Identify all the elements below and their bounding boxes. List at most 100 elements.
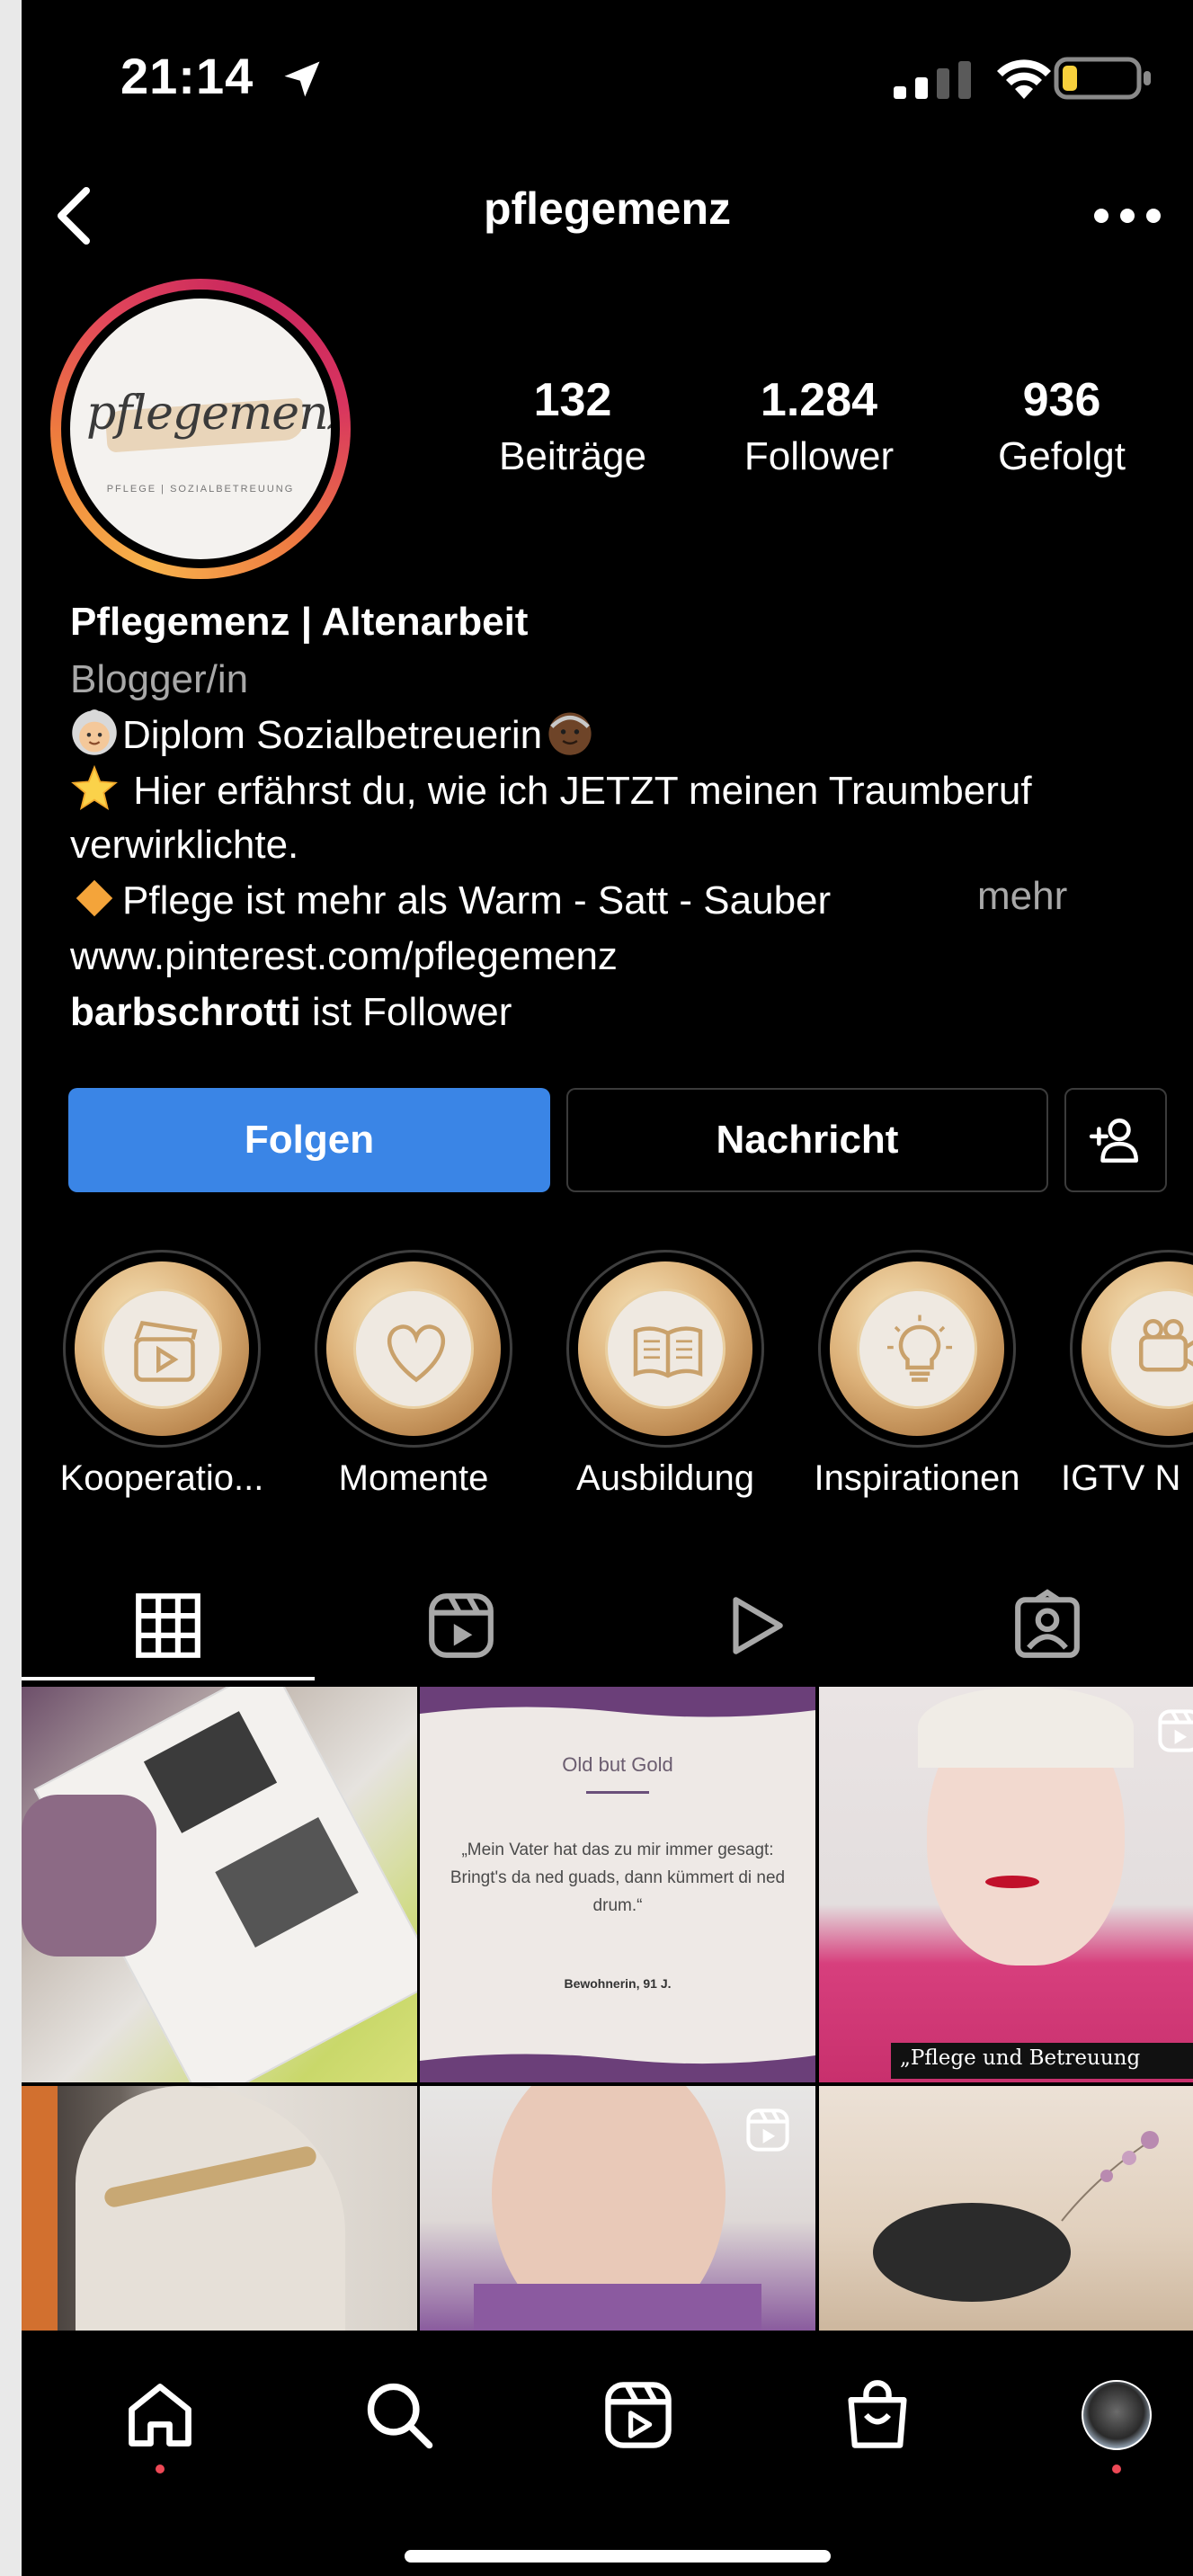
tab-igtv[interactable] [608,1572,900,1680]
highlight-label: Ausbildung [576,1458,754,1498]
highlight-cover-center [1108,1288,1193,1409]
quote-author: Bewohnerin, 91 J. [564,1976,672,1991]
tab-tagged[interactable] [901,1572,1193,1680]
profile-avatar[interactable]: pflegemenz PFLEGE | SOZIALBETREUUNG [50,279,351,579]
stat-posts[interactable]: 132 Beiträge [465,369,681,482]
post-thumbnail[interactable] [22,1687,417,2082]
lightbulb-icon [887,1315,952,1382]
nav-search[interactable] [354,2370,444,2460]
bio-line-4-text: Pflege ist mehr als Warm - Satt - Sauber [122,878,832,923]
highlight-label: IGTV N [1061,1458,1181,1498]
highlight-cover-center [102,1288,222,1409]
logo-text: pflegemenz [86,387,331,441]
nav-profile[interactable] [1072,2370,1162,2460]
stat-following-label: Gefolgt [998,434,1126,478]
knitted-sleeve [76,2086,345,2331]
stat-followers-label: Follower [743,434,895,478]
stat-following-value: 936 [1022,374,1101,426]
profile-username: pflegemenz [483,183,732,234]
scrubs [474,2284,761,2331]
bio-website-link[interactable]: www.pinterest.com/pflegemenz [70,930,618,984]
nav-reels[interactable] [593,2370,683,2460]
post-thumbnail[interactable] [420,2086,815,2331]
profile-display-name: Pflegemenz | Altenarbeit [70,600,529,644]
highlight-label: Momente [338,1458,489,1498]
bio-line-1: Diplom Sozialbetreuerin [70,709,598,762]
stat-posts-value: 132 [533,374,612,426]
home-notification-dot [156,2465,165,2473]
search-icon [367,2383,433,2449]
status-time: 21:14 [120,48,254,104]
bio-line-1-text: Diplom Sozialbetreuerin [122,713,543,757]
avatar [1082,2380,1152,2450]
quote-text: „Mein Vater hat das zu mir immer gesagt:… [450,1841,786,1915]
avatar-gap: pflegemenz PFLEGE | SOZIALBETREUUNG [61,290,340,568]
highlight-cover-center [605,1288,726,1409]
reel-caption: „Pflege und Betreuung [891,2043,1193,2079]
reels-icon [605,2382,672,2448]
wave-top [420,1687,815,1717]
logo-subtext: PFLEGE | SOZIALBETREUUNG [106,484,295,495]
lips [985,1876,1039,1888]
post-thumbnail[interactable] [22,2086,417,2331]
orange-diamond-emoji-icon [76,879,113,917]
suggested-accounts-button[interactable] [1064,1088,1167,1192]
jar-lid [873,2203,1071,2302]
add-user-icon [1089,1119,1139,1163]
post-thumbnail[interactable]: „Pflege und Betreuung [819,1687,1193,2082]
bio-line-3: verwirklichte. [70,823,299,867]
reel-badge-icon [1158,1709,1193,1752]
wave-bottom [420,2054,815,2082]
followed-by-suffix: ist Follower [300,990,512,1034]
message-button[interactable]: Nachricht [566,1088,1048,1192]
bio-line-2-text: Hier erfährst du, wie ich JETZT meinen T… [122,769,1032,813]
video-clapper-icon [134,1320,198,1382]
tab-reels[interactable] [315,1572,607,1680]
igtv-icon [732,1597,783,1654]
nav-home[interactable] [115,2370,205,2460]
follow-button[interactable]: Folgen [68,1088,550,1192]
older-woman-emoji-icon [72,709,117,755]
stat-posts-label: Beiträge [499,434,646,478]
nav-shop[interactable] [832,2370,922,2460]
highlight-label: Inspirationen [814,1458,1020,1498]
quote-divider [586,1791,649,1794]
bio-line-4: Pflege ist mehr als Warm - Satt - Sauber [70,874,831,928]
profile-category: Blogger/in [70,657,249,701]
post-thumbnail[interactable] [819,2086,1193,2331]
home-icon [129,2384,191,2447]
cellular-signal-icon [894,61,971,99]
stat-followers[interactable]: 1.284 Follower [711,369,927,482]
reels-icon [428,1593,494,1658]
tagged-icon [1014,1589,1080,1658]
heart-icon [387,1324,446,1383]
stat-following[interactable]: 936 Gefolgt [954,369,1170,482]
post-thumbnail[interactable]: Old but Gold „Mein Vater hat das zu mir … [420,1687,815,2082]
tab-grid[interactable] [22,1572,314,1680]
bio-more-link[interactable]: mehr [977,874,1067,919]
hair [918,1687,1134,1768]
highlight-cover-center [353,1288,474,1409]
flower-icon [1061,2131,1159,2222]
sleeve [22,1795,156,1957]
wifi-icon [997,59,1051,99]
grid-icon [135,1593,200,1658]
more-options-icon[interactable] [1087,189,1168,243]
followed-by[interactable]: barbschrotti ist Follower [70,985,512,1039]
orange-edge [22,2086,58,2331]
highlight-cover [830,1261,1004,1436]
highlight-cover [326,1261,501,1436]
home-indicator [405,2550,831,2563]
reel-badge-icon [746,2108,789,2152]
flower [1044,2122,1179,2230]
avatar-logo: pflegemenz PFLEGE | SOZIALBETREUUNG [70,299,331,559]
highlight-cover [75,1261,249,1436]
highlight-label: Kooperatio... [59,1458,264,1498]
older-man-emoji-icon [548,712,592,755]
shopping-bag-icon [848,2380,907,2448]
highlight-cover [578,1261,752,1436]
star-emoji-icon [71,764,118,811]
active-tab-indicator [22,1677,315,1680]
followed-by-username: barbschrotti [70,990,301,1034]
camera-icon [1139,1319,1193,1372]
